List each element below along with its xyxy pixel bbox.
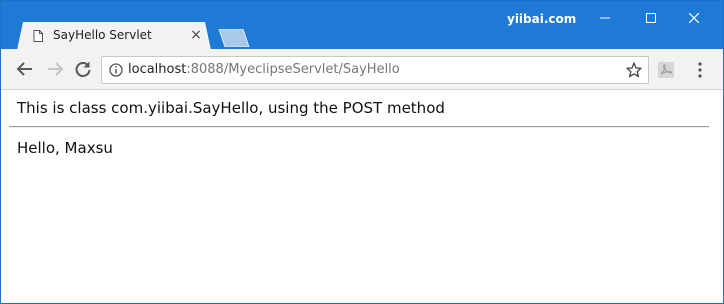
tab-title: SayHello Servlet (53, 28, 152, 42)
tab-sayhello[interactable]: SayHello Servlet × (17, 22, 211, 50)
maximize-icon (646, 13, 656, 23)
url-host: localhost (128, 62, 187, 77)
close-icon (688, 12, 700, 24)
info-icon[interactable] (109, 63, 123, 77)
page-content: This is class com.yiibai.SayHello, using… (1, 90, 723, 303)
url-path: :8088/MyeclipseServlet/SayHello (186, 62, 400, 77)
title-bar: SayHello Servlet × yiibai.com (1, 1, 723, 50)
minimize-icon (600, 17, 610, 19)
maximize-button[interactable] (628, 1, 674, 35)
address-bar[interactable]: localhost:8088/MyeclipseServlet/SayHello (101, 56, 649, 84)
watermark-brand: yiibai.com (507, 12, 577, 26)
close-window-button[interactable] (671, 1, 717, 35)
back-arrow-icon[interactable] (15, 59, 35, 79)
document-icon (33, 30, 43, 42)
forward-arrow-icon[interactable] (45, 59, 65, 79)
pdf-extension-icon[interactable] (658, 62, 674, 78)
new-tab-button[interactable] (217, 29, 251, 47)
star-icon[interactable] (626, 62, 642, 78)
menu-dots-icon[interactable] (692, 61, 708, 79)
browser-window: SayHello Servlet × yiibai.com localhost:… (0, 0, 724, 304)
horizontal-rule (9, 126, 709, 128)
tab-close-icon[interactable]: × (189, 28, 203, 42)
reload-icon[interactable] (73, 59, 93, 79)
minimize-button[interactable] (582, 1, 628, 35)
page-heading: This is class com.yiibai.SayHello, using… (17, 99, 445, 117)
browser-toolbar: localhost:8088/MyeclipseServlet/SayHello (1, 49, 723, 90)
greeting-text: Hello, Maxsu (17, 139, 113, 157)
url-text[interactable]: localhost:8088/MyeclipseServlet/SayHello (128, 62, 400, 77)
